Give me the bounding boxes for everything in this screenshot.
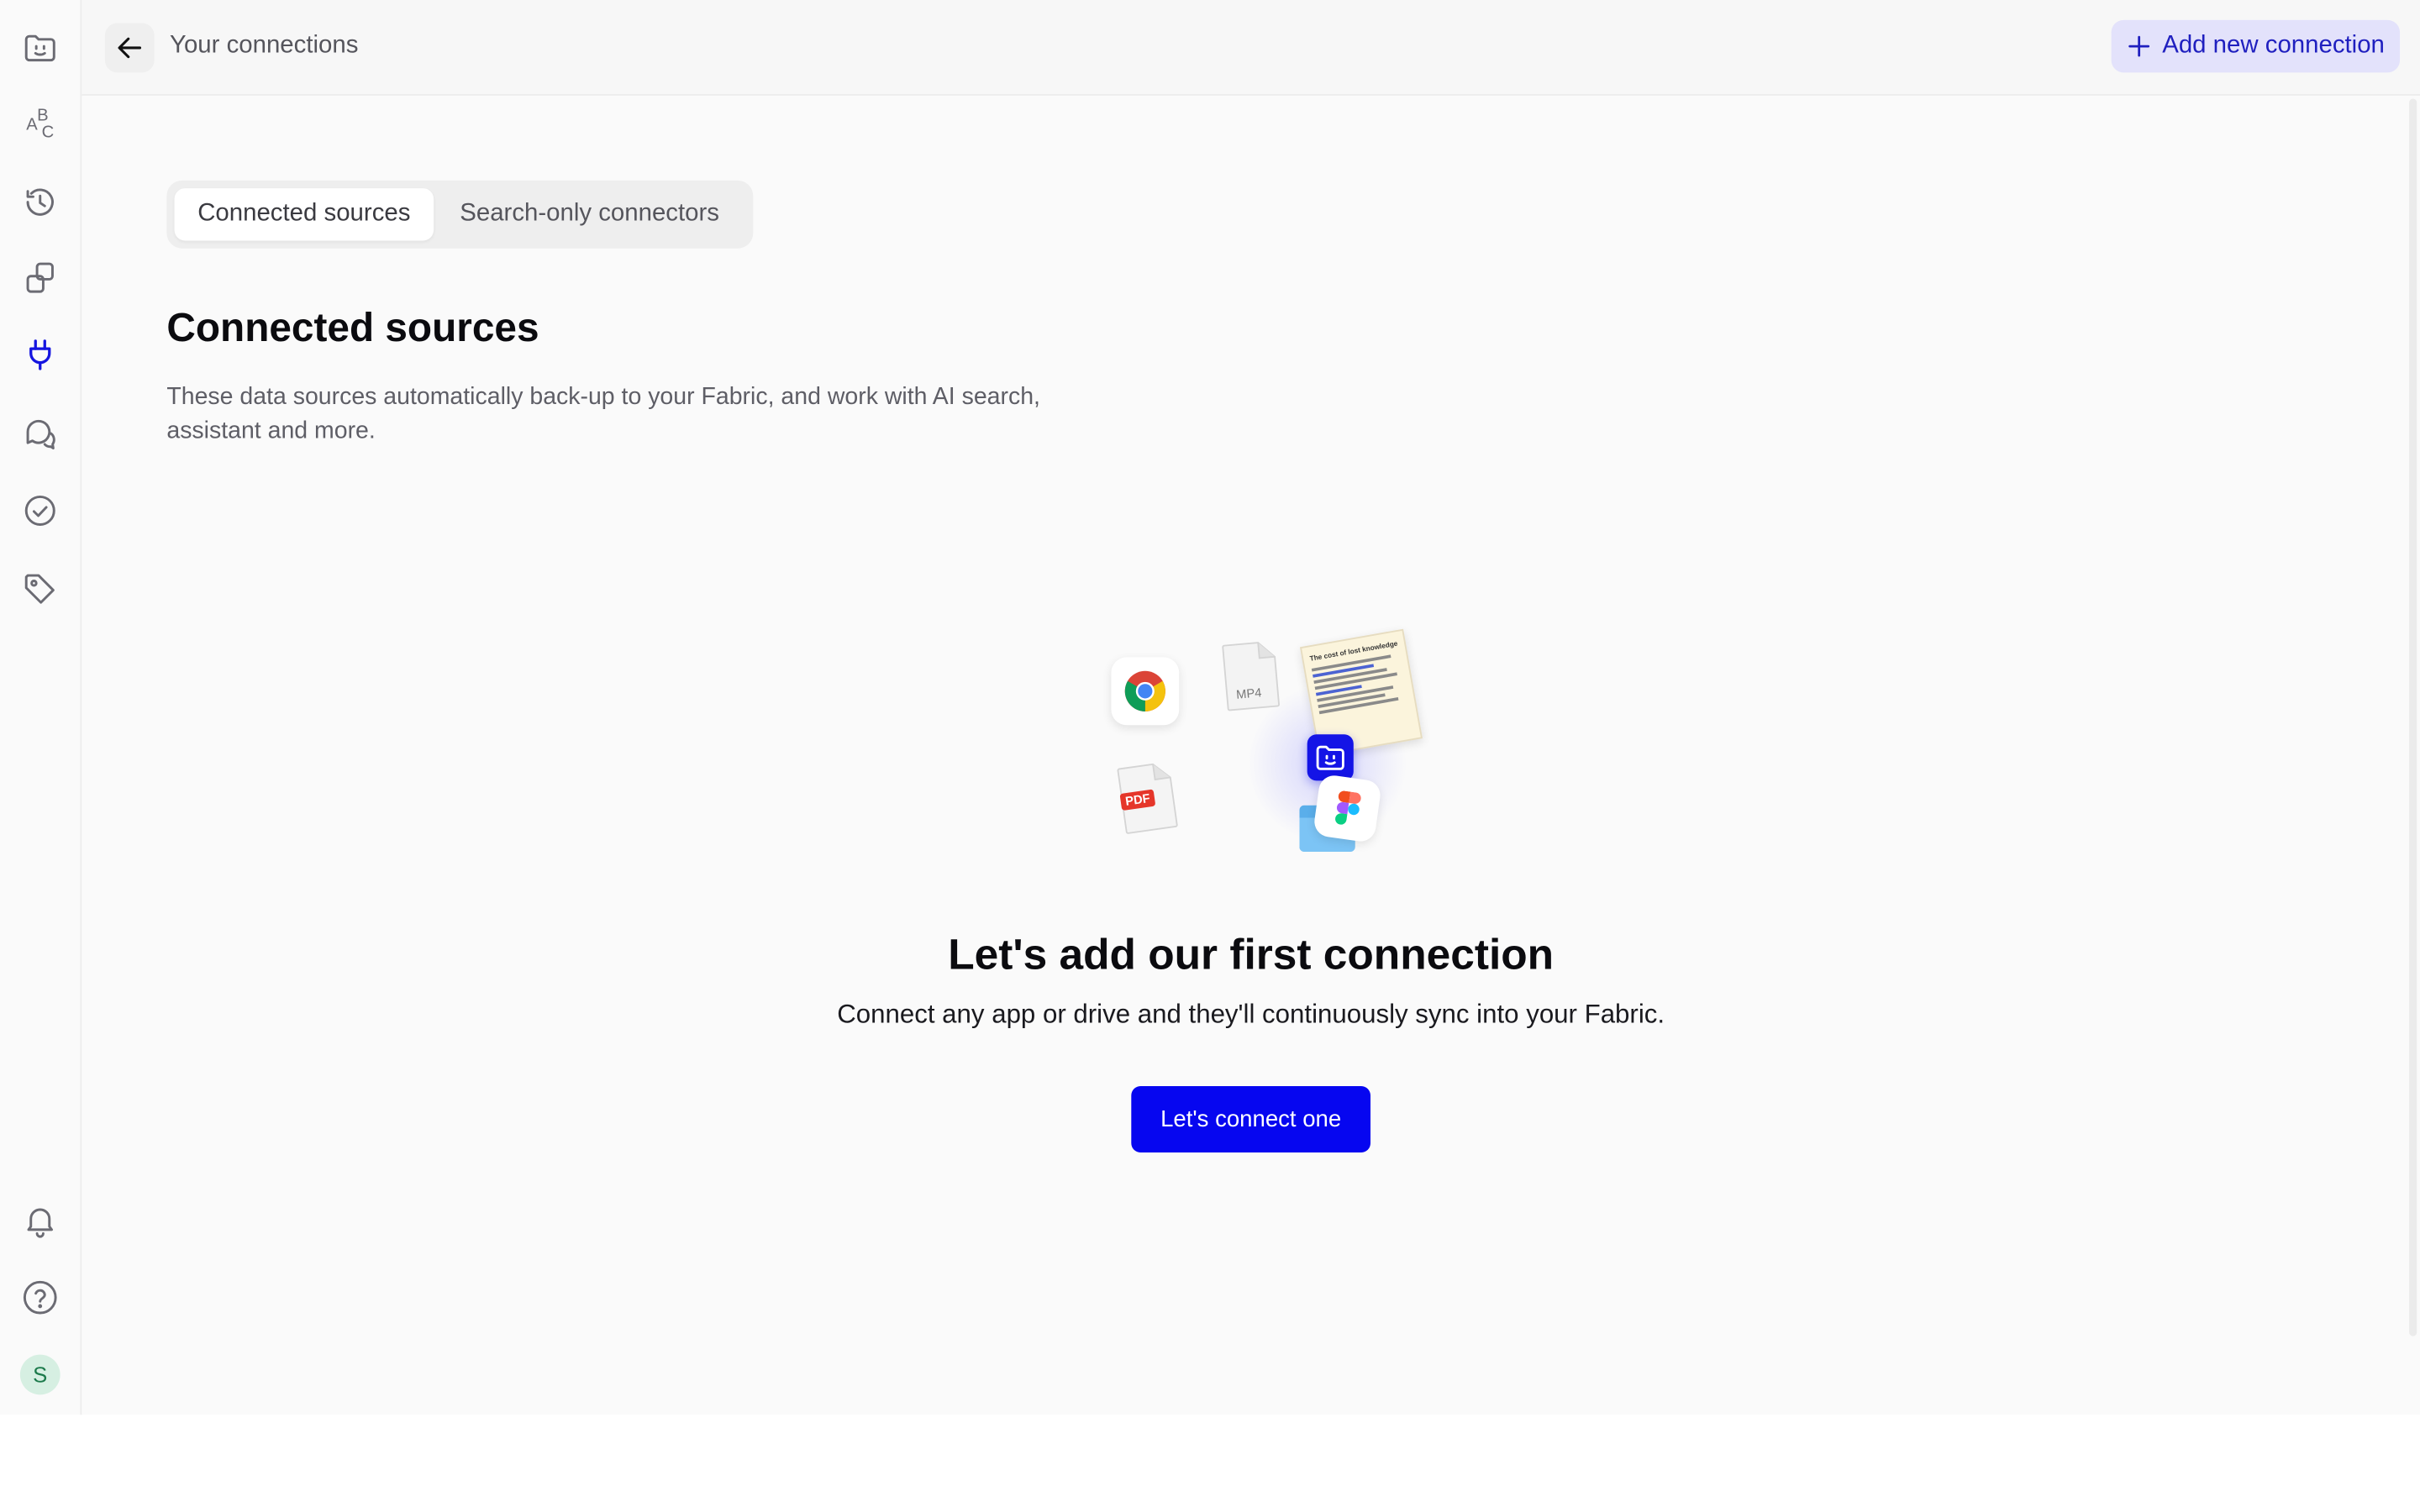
- top-bar: Your connections Add new connection: [82, 0, 2420, 96]
- sidebar: A B C S: [0, 0, 82, 1415]
- empty-state-title: Let's add our first connection: [948, 930, 1555, 979]
- connections-illustration: MP4 The cost of lost knowledge PDF: [1101, 628, 1425, 861]
- mp4-file-icon: MP4: [1219, 638, 1284, 713]
- app-window: A B C S Your connections Add new connect…: [0, 0, 2420, 1512]
- connect-one-button[interactable]: Let's connect one: [1131, 1086, 1370, 1153]
- chat-icon[interactable]: [18, 412, 61, 454]
- tab-connected-sources[interactable]: Connected sources: [174, 188, 434, 241]
- bell-icon[interactable]: [18, 1199, 61, 1242]
- section-title: Connected sources: [166, 303, 539, 350]
- add-new-connection-label: Add new connection: [2162, 32, 2385, 59]
- chrome-icon: [1111, 657, 1180, 726]
- figma-icon: [1312, 773, 1382, 843]
- mp4-label: MP4: [1235, 685, 1263, 702]
- help-icon[interactable]: [18, 1276, 61, 1319]
- abc-icon[interactable]: A B C: [18, 102, 61, 144]
- tab-bar: Connected sources Search-only connectors: [166, 180, 754, 249]
- scrollbar[interactable]: [2409, 98, 2417, 1336]
- plus-icon: [2128, 35, 2150, 57]
- avatar-initial: S: [33, 1362, 48, 1388]
- arrow-left-icon: [118, 37, 142, 59]
- back-button[interactable]: [104, 23, 155, 73]
- tag-icon[interactable]: [18, 568, 61, 611]
- history-icon[interactable]: [18, 181, 61, 223]
- page-title: Your connections: [170, 32, 359, 59]
- avatar[interactable]: S: [19, 1354, 60, 1395]
- main-panel: Your connections Add new connection Conn…: [82, 0, 2420, 1415]
- stage: A B C S Your connections Add new connect…: [0, 0, 2420, 1512]
- pdf-file-icon: PDF: [1114, 759, 1182, 837]
- section-description: These data sources automatically back-up…: [166, 384, 1040, 444]
- fabric-app-icon: [1307, 734, 1354, 781]
- add-new-connection-button[interactable]: Add new connection: [2111, 19, 2401, 73]
- connections-icon[interactable]: [18, 333, 61, 376]
- spaces-icon[interactable]: [18, 256, 61, 299]
- fabric-logo-icon[interactable]: [18, 26, 61, 69]
- empty-state-subtitle: Connect any app or drive and they'll con…: [837, 1000, 1665, 1030]
- tasks-icon[interactable]: [18, 489, 61, 532]
- tab-search-only-connectors[interactable]: Search-only connectors: [439, 188, 741, 240]
